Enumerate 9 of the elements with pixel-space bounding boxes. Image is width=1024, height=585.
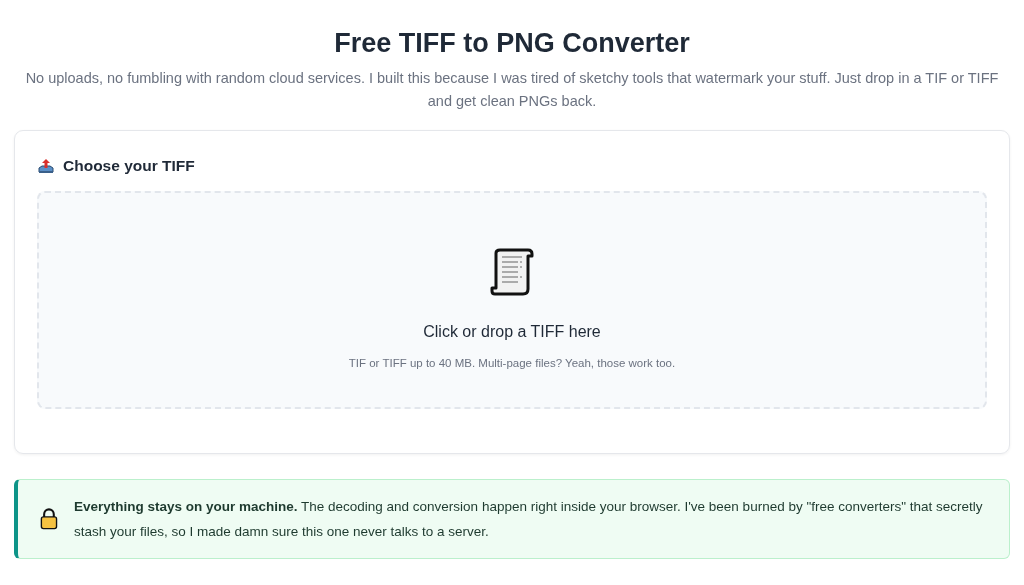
- scroll-document-icon: [490, 247, 534, 297]
- page-title: Free TIFF to PNG Converter: [333, 28, 691, 59]
- page-subtitle: No uploads, no fumbling with random cloud services. I built this because I was tired of sketchy tools that watermark your stuff. Just drop in a TIF or TIFF and get clean PNGs back.: [24, 69, 1000, 111]
- upload-tray-icon: [37, 158, 55, 174]
- notice-text: Everything stays on your machine. The decoding and conversion happen right inside your browser. I've been burned by "free converters" that secretly stash your files, so I made damn sure this one never talks to a server.: [73, 498, 984, 541]
- drop-zone-hint: TIF or TIFF up to 40 MB. Multi-page files? Yeah, those work too.: [348, 357, 676, 369]
- drop-zone[interactable]: Click or drop a TIFF here TIF or TIFF up to 40 MB. Multi-page files? Yeah, those work too.: [37, 191, 987, 409]
- card-heading: Choose your TIFF: [63, 157, 195, 175]
- drop-zone-title: Click or drop a TIFF here: [423, 323, 601, 341]
